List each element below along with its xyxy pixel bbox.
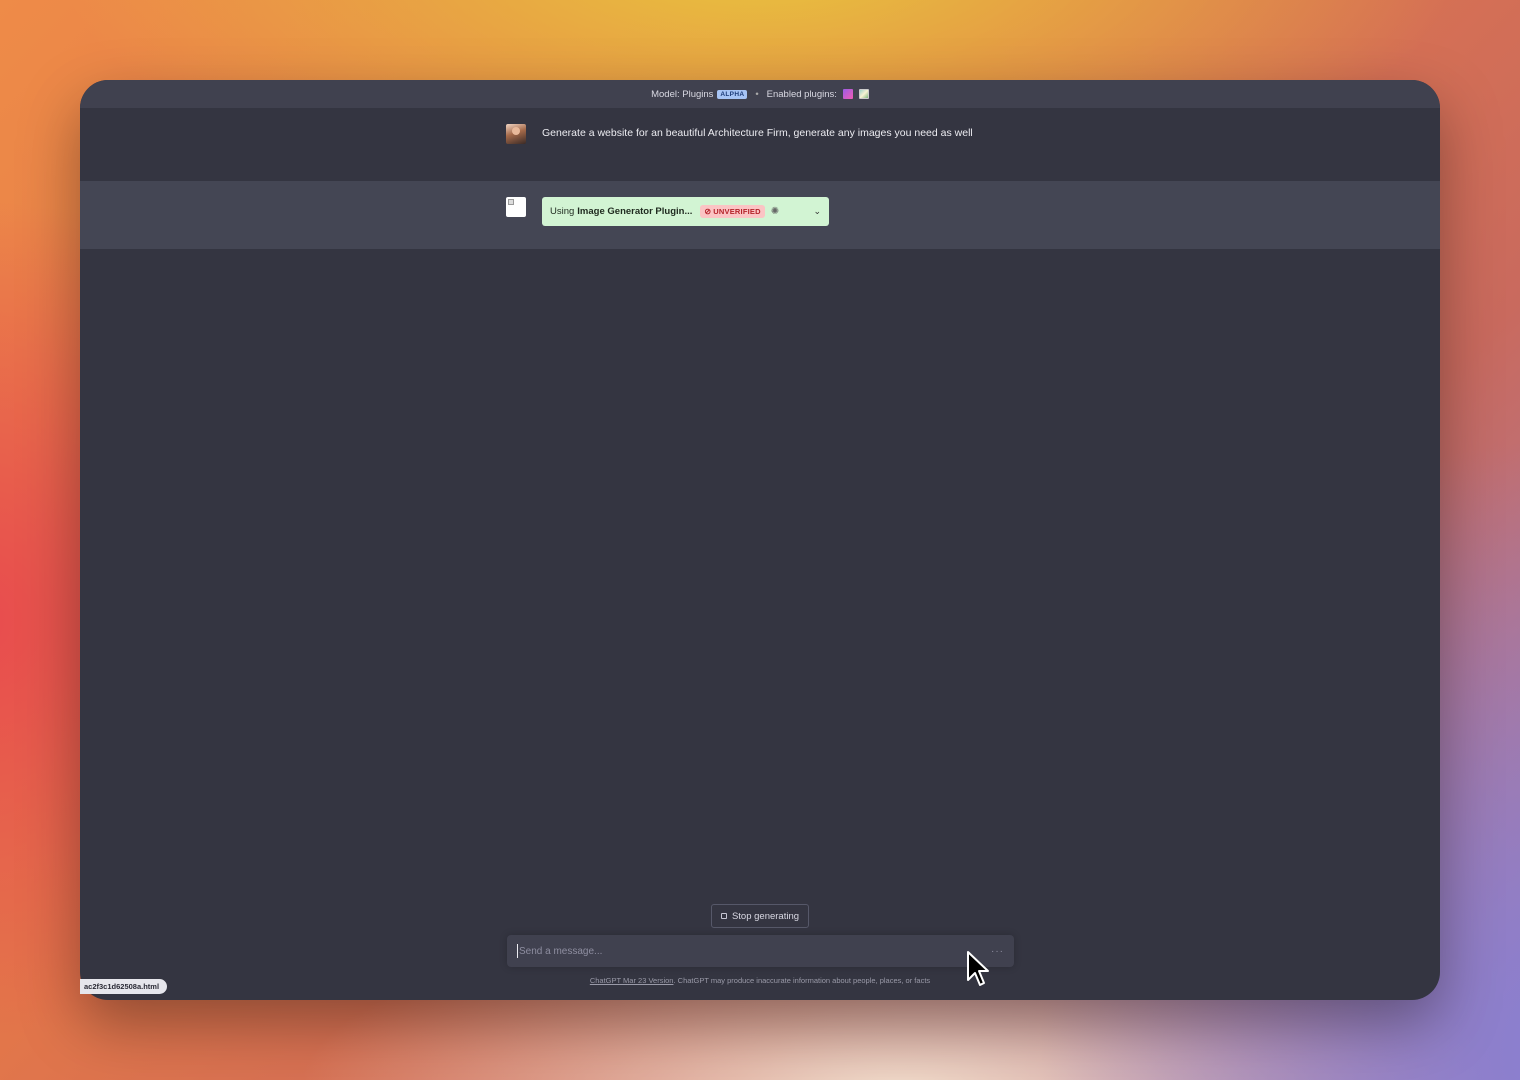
alpha-badge: ALPHA bbox=[717, 89, 748, 99]
message-input-container: ··· bbox=[507, 935, 1014, 967]
enabled-plugins-label: Enabled plugins: bbox=[766, 88, 837, 100]
stop-generating-label: Stop generating bbox=[731, 910, 800, 922]
disclaimer-text: . ChatGPT may produce inaccurate informa… bbox=[673, 976, 931, 985]
unverified-label: UNVERIFIED bbox=[713, 207, 761, 216]
no-shield-icon: ⊘ bbox=[704, 206, 712, 216]
stop-square-icon bbox=[720, 913, 727, 919]
chevron-down-icon[interactable]: ⌄ bbox=[813, 206, 821, 217]
user-message-text: Generate a website for an beautiful Arch… bbox=[542, 127, 973, 139]
separator: • bbox=[755, 88, 759, 100]
message-input[interactable] bbox=[517, 944, 991, 958]
stop-generating-button[interactable]: Stop generating bbox=[711, 904, 809, 928]
ellipsis-icon[interactable]: ··· bbox=[991, 946, 1004, 957]
chat-window: Model: Plugins ALPHA • Enabled plugins: … bbox=[80, 80, 1440, 1000]
spinner-icon: ✺ bbox=[770, 206, 780, 217]
user-avatar bbox=[506, 124, 526, 144]
assistant-message-row: Using Image Generator Plugin... ⊘ UNVERI… bbox=[80, 181, 1440, 249]
user-message-row: Generate a website for an beautiful Arch… bbox=[80, 108, 1440, 180]
model-info-bar: Model: Plugins ALPHA • Enabled plugins: bbox=[80, 80, 1440, 108]
magic-wand-icon bbox=[842, 89, 853, 99]
image-icon bbox=[858, 89, 869, 99]
unverified-badge: ⊘ UNVERIFIED bbox=[700, 205, 765, 218]
plugin-usage-card[interactable]: Using Image Generator Plugin... ⊘ UNVERI… bbox=[542, 197, 829, 226]
footer-disclaimer: ChatGPT Mar 23 Version. ChatGPT may prod… bbox=[80, 976, 1440, 985]
plugin-name: Image Generator Plugin... bbox=[577, 206, 693, 217]
model-label: Model: Plugins bbox=[651, 88, 714, 100]
plugin-using-label: Using bbox=[550, 206, 575, 217]
mouse-cursor-icon bbox=[967, 951, 989, 986]
assistant-avatar bbox=[506, 197, 526, 217]
status-bar-url: ac2f3c1d62508a.html bbox=[80, 979, 168, 994]
version-link[interactable]: ChatGPT Mar 23 Version bbox=[590, 976, 674, 985]
